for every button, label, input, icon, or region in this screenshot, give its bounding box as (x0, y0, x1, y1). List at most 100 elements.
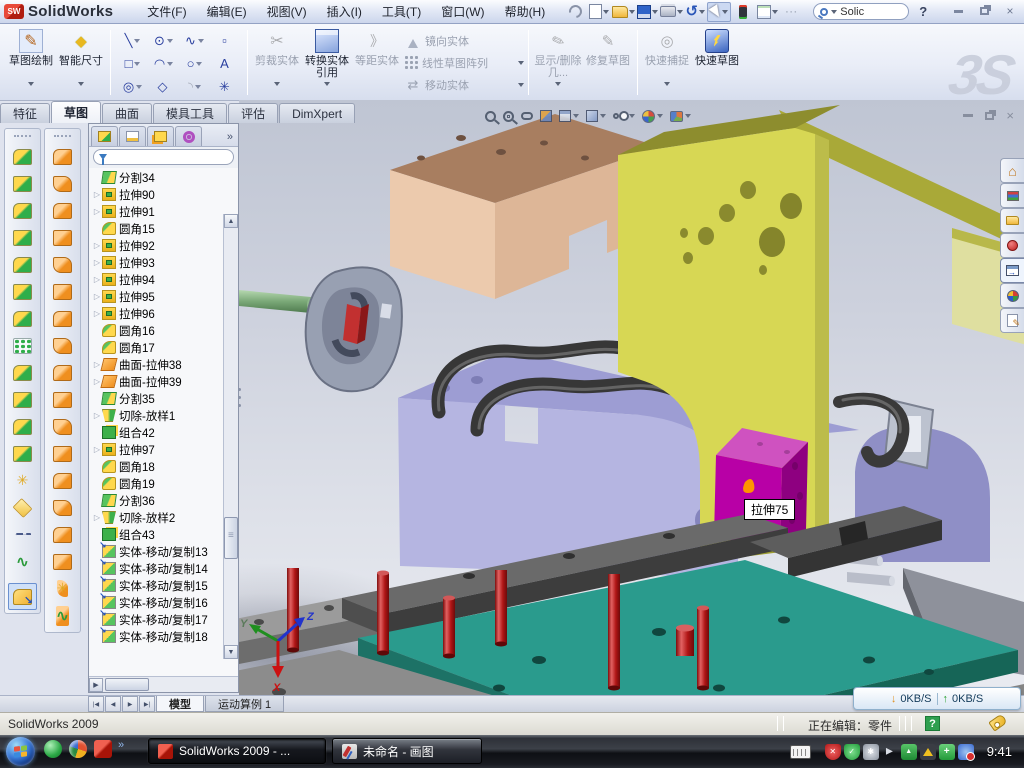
help-button[interactable]: ? (919, 4, 927, 19)
dropdown-arrow-icon[interactable] (652, 10, 658, 14)
task-pane-tab[interactable] (1000, 208, 1024, 233)
tray-icon[interactable] (958, 744, 974, 760)
dropdown-arrow-icon[interactable] (134, 62, 140, 66)
task-pane-tab[interactable] (1000, 308, 1024, 333)
dropdown-arrow-icon[interactable] (685, 114, 691, 118)
features-toolbar-button[interactable] (8, 467, 37, 494)
dropdown-arrow-icon[interactable] (195, 85, 201, 89)
tray-icon[interactable] (901, 744, 917, 760)
features-toolbar-button[interactable] (8, 494, 37, 521)
dropdown-arrow-icon[interactable] (518, 59, 524, 67)
dropdown-arrow-icon[interactable] (603, 10, 609, 14)
tray-icon[interactable] (825, 744, 841, 760)
tab-nav-button[interactable]: |◀ (88, 696, 104, 712)
menu-item[interactable]: 插入(I) (317, 0, 372, 23)
tree-item[interactable]: 实体-移动/复制15 (89, 577, 238, 594)
sketch-entity-button[interactable]: □ (117, 52, 148, 75)
expand-arrow-icon[interactable] (92, 513, 102, 522)
sketch-entity-button[interactable]: ○ (179, 52, 210, 75)
dropdown-arrow-icon[interactable] (136, 85, 142, 89)
hud-button[interactable] (640, 106, 665, 126)
network-speed-widget[interactable]: 0KB/S 0KB/S (853, 687, 1021, 710)
dropdown-arrow-icon[interactable] (629, 114, 635, 118)
ribbon-small-button[interactable]: 镜向实体 (402, 30, 524, 52)
ribbon-small-button[interactable]: 移动实体 (402, 74, 524, 96)
tree-item[interactable]: 拉伸97 (89, 441, 238, 458)
tree-item[interactable]: 分割34 (89, 169, 238, 186)
tray-icon[interactable] (939, 744, 955, 760)
menu-item[interactable]: 窗口(W) (431, 0, 494, 23)
scrollbar-thumb[interactable] (224, 517, 238, 559)
tree-item[interactable]: 组合42 (89, 424, 238, 441)
tree-item[interactable]: 曲面-拉伸38 (89, 356, 238, 373)
expand-arrow-icon[interactable] (92, 241, 102, 250)
dropdown-arrow-icon[interactable] (772, 10, 778, 14)
features-toolbar-button[interactable] (8, 583, 37, 610)
tree-item[interactable]: 实体-移动/复制13 (89, 543, 238, 560)
tree-item[interactable]: 实体-移动/复制18 (89, 628, 238, 645)
status-help-badge[interactable]: ? (925, 716, 940, 731)
task-pane-tab[interactable] (1000, 158, 1024, 183)
doc-restore-icon[interactable] (985, 108, 994, 123)
menu-item[interactable]: 编辑(E) (197, 0, 257, 23)
features-toolbar-button[interactable] (8, 170, 37, 197)
toolbar-button-icon[interactable] (635, 2, 659, 22)
tree-item[interactable]: 切除-放样1 (89, 407, 238, 424)
expand-arrow-icon[interactable] (92, 258, 102, 267)
features-toolbar-button[interactable] (8, 521, 37, 548)
dropdown-arrow-icon[interactable] (699, 10, 705, 14)
dropdown-arrow-icon[interactable] (28, 80, 34, 88)
manager-tab[interactable] (147, 126, 174, 146)
dropdown-arrow-icon[interactable] (573, 114, 579, 118)
tree-item[interactable]: 拉伸96 (89, 305, 238, 322)
tree-item[interactable]: 曲面-拉伸39 (89, 373, 238, 390)
features-toolbar-button[interactable] (8, 143, 37, 170)
features-toolbar-button[interactable] (8, 413, 37, 440)
toolbar-button-icon[interactable] (611, 2, 635, 22)
surfaces-toolbar-button[interactable] (48, 170, 77, 197)
sketch-entity-button[interactable]: A (210, 52, 241, 75)
ribbon-button[interactable]: 显示/删除几... (533, 27, 583, 98)
tree-item[interactable]: 实体-移动/复制16 (89, 594, 238, 611)
toolbar-button-icon[interactable] (755, 2, 779, 22)
expand-arrow-icon[interactable] (92, 190, 102, 199)
dropdown-arrow-icon[interactable] (167, 62, 173, 66)
command-tab[interactable]: 曲面 (102, 103, 152, 123)
dropdown-arrow-icon[interactable] (518, 81, 524, 89)
tree-item[interactable]: 拉伸94 (89, 271, 238, 288)
ribbon-small-button[interactable]: 线性草图阵列 (402, 52, 524, 74)
surfaces-toolbar-button[interactable] (48, 602, 77, 629)
dropdown-arrow-icon[interactable] (167, 39, 173, 43)
sketch-entity-button[interactable]: ✳ (210, 75, 241, 98)
search-input[interactable]: Solic (813, 3, 909, 20)
tree-item[interactable]: 拉伸90 (89, 186, 238, 203)
features-toolbar-button[interactable] (8, 332, 37, 359)
dropdown-arrow-icon[interactable] (274, 80, 280, 88)
restore-icon[interactable] (974, 3, 994, 19)
tree-item[interactable]: 拉伸91 (89, 203, 238, 220)
dropdown-arrow-icon[interactable] (324, 80, 330, 88)
toolbar-button-icon[interactable] (563, 2, 587, 22)
command-tab[interactable]: DimXpert (279, 103, 355, 123)
task-pane-tab[interactable] (1000, 258, 1024, 283)
dropdown-arrow-icon[interactable] (555, 80, 561, 88)
surfaces-toolbar-button[interactable] (48, 467, 77, 494)
features-toolbar-button[interactable] (8, 548, 37, 575)
minimize-icon[interactable] (948, 3, 968, 19)
doc-minimize-icon[interactable] (963, 108, 973, 123)
surfaces-toolbar-button[interactable] (48, 359, 77, 386)
tree-item[interactable]: 实体-移动/复制17 (89, 611, 238, 628)
ribbon-button[interactable]: 转换实体引用 (302, 27, 352, 98)
tree-item[interactable]: 圆角17 (89, 339, 238, 356)
sketch-entity-button[interactable]: ◠ (148, 52, 179, 75)
surfaces-toolbar-button[interactable] (48, 575, 77, 602)
tree-item[interactable]: 圆角16 (89, 322, 238, 339)
filter-input[interactable] (93, 149, 234, 165)
quick-launch-overflow[interactable]: » (118, 739, 124, 751)
features-toolbar-button[interactable] (8, 251, 37, 278)
manager-tab[interactable] (119, 126, 146, 146)
command-tab[interactable]: 模具工具 (153, 103, 227, 123)
document-tab[interactable]: 运动算例 1 (205, 696, 284, 712)
part-gray-clamp[interactable] (239, 267, 402, 391)
tray-icon[interactable] (863, 744, 879, 760)
